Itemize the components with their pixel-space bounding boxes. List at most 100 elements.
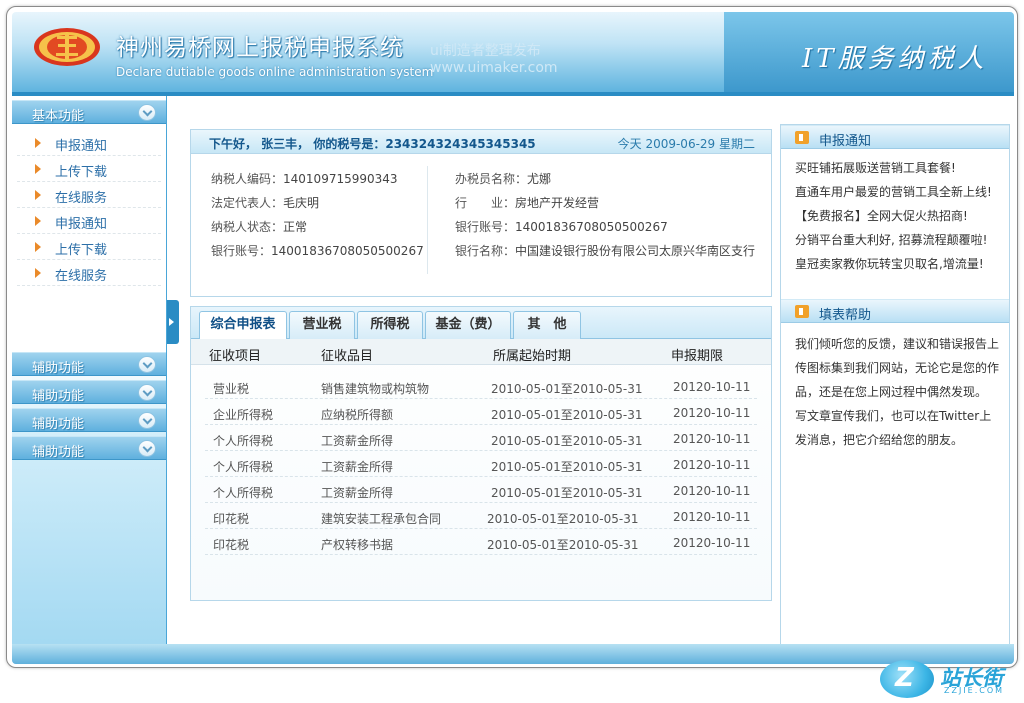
table-row[interactable]: 个人所得税 工资薪金所得 2010-05-01至2010-05-31 20120-10… xyxy=(205,451,757,477)
info-field: 行 业：房地产开发经营 xyxy=(455,194,755,218)
arrow-right-icon xyxy=(35,138,41,148)
current-date: 今天 2009-06-29 星期二 xyxy=(617,137,755,151)
news-link[interactable]: 直通车用户最爱的营销工具全新上线! xyxy=(795,183,1005,207)
sidebar-item-label[interactable]: 在线服务 xyxy=(55,265,107,284)
info-field: 法定代表人：毛庆明 xyxy=(211,194,424,218)
info-left-column: 纳税人编码：140109715990343 法定代表人：毛庆明 纳税人状态：正常… xyxy=(211,170,424,266)
cell-category: 工资薪金所得 xyxy=(321,486,394,500)
column-divider xyxy=(427,166,428,274)
field-label: 法定代表人： xyxy=(211,196,284,210)
sidebar-section-label: 辅助功能 xyxy=(32,389,85,404)
news-panel-header: 申报通知 xyxy=(781,125,1009,149)
sidebar-section-label: 辅助功能 xyxy=(32,417,85,432)
chevron-down-icon[interactable] xyxy=(138,356,156,373)
info-header: 下午好， 张三丰， 你的税号是：234324324345345345 今天 20… xyxy=(191,130,771,154)
sidebar-item-label[interactable]: 申报通知 xyxy=(55,213,107,232)
field-label: 银行账号： xyxy=(455,220,516,234)
sidebar-item-label[interactable]: 上传下载 xyxy=(55,161,107,180)
sidebar-section-aux[interactable]: 辅助功能 xyxy=(12,380,166,404)
table-row[interactable]: 个人所得税 工资薪金所得 2010-05-01至2010-05-31 20120-10… xyxy=(205,425,757,451)
sidebar-section-aux[interactable]: 辅助功能 xyxy=(12,352,166,376)
news-link[interactable]: 【免费报名】全网大促火热招商! xyxy=(795,207,1005,231)
sidebar-item-label[interactable]: 上传下载 xyxy=(55,239,107,258)
arrow-right-icon xyxy=(35,190,41,200)
sidebar-section-label: 辅助功能 xyxy=(32,445,85,460)
table-row[interactable]: 印花税 建筑安装工程承包合同 2010-05-01至2010-05-31 20120-… xyxy=(205,503,757,529)
header: 神州易桥网上报税申报系统 Declare dutiable goods onli… xyxy=(12,12,1014,92)
news-link[interactable]: 分销平台重大利好, 招募流程颠覆啦! xyxy=(795,231,1005,255)
tax-emblem-icon xyxy=(34,28,100,66)
help-paragraph: 我们倾听您的反馈，建议和错误报告上传图标集到我们网站，无论它是您的作品，还是在您… xyxy=(795,337,1000,399)
sidebar-item-upload-download[interactable]: 上传下载 xyxy=(17,234,161,260)
column-header: 所属起始时期 xyxy=(493,349,572,364)
cell-category: 销售建筑物或构筑物 xyxy=(321,382,430,396)
news-link[interactable]: 买旺铺拓展贩送营销工具套餐! xyxy=(795,159,1005,183)
table-row[interactable]: 企业所得税 应纳税所得额 2010-05-01至2010-05-31 20120-10… xyxy=(205,399,757,425)
sidebar-item-label[interactable]: 在线服务 xyxy=(55,187,107,206)
site-watermark: Z 站长街 ZZJIE.COM xyxy=(880,656,1020,700)
cell-category: 应纳税所得额 xyxy=(321,408,394,422)
cell-item: 个人所得税 xyxy=(213,486,274,500)
chevron-down-icon[interactable] xyxy=(138,384,156,401)
info-field: 银行账号：14001836708050500267 xyxy=(455,218,755,242)
cell-period: 2010-05-01至2010-05-31 xyxy=(491,408,643,422)
sidebar-section-aux[interactable]: 辅助功能 xyxy=(12,408,166,432)
info-field: 银行名称：中国建设银行股份有限公司太原兴华南区支行 xyxy=(455,242,755,266)
column-header: 征收项目 xyxy=(209,349,262,364)
cell-category: 产权转移书据 xyxy=(321,538,394,552)
sidebar-item-online-service[interactable]: 在线服务 xyxy=(17,260,161,286)
field-value: 房地产开发经营 xyxy=(515,196,600,210)
field-label: 办税员名称： xyxy=(455,172,528,186)
logo-glyph: Z xyxy=(895,663,914,693)
sidebar-item-declare-notice[interactable]: 申报通知 xyxy=(17,130,161,156)
watermark-url: www.uimaker.com xyxy=(430,60,558,76)
cell-deadline: 20120-10-11 xyxy=(673,510,751,524)
cell-category: 工资薪金所得 xyxy=(321,434,394,448)
sidebar-item-upload-download[interactable]: 上传下载 xyxy=(17,156,161,182)
app-subtitle: Declare dutiable goods online administra… xyxy=(116,65,434,79)
help-text: 我们倾听您的反馈，建议和错误报告上传图标集到我们网站，无论它是您的作品，还是在您… xyxy=(795,332,1001,452)
field-value: 毛庆明 xyxy=(283,196,320,210)
site-url: ZZJIE.COM xyxy=(944,686,1005,695)
arrow-right-icon xyxy=(35,268,41,278)
sidebar: 基本功能 申报通知 上传下载 在线服务 申报通知 上传下载 在线服务 辅助功能 … xyxy=(12,96,167,664)
news-list: 买旺铺拓展贩送营销工具套餐! 直通车用户最爱的营销工具全新上线! 【免费报名】全… xyxy=(795,159,1005,279)
field-label: 行 业： xyxy=(455,196,516,210)
table-row[interactable]: 印花税 产权转移书据 2010-05-01至2010-05-31 20120-10-1… xyxy=(205,529,757,555)
field-value: 尤娜 xyxy=(527,172,552,186)
cell-category: 工资薪金所得 xyxy=(321,460,394,474)
sidebar-section-aux[interactable]: 辅助功能 xyxy=(12,436,166,460)
field-value: 14001836708050500267 xyxy=(515,220,668,234)
tab-business-tax[interactable]: 营业税 xyxy=(289,311,355,339)
cell-item: 个人所得税 xyxy=(213,460,274,474)
table-row[interactable]: 营业税 销售建筑物或构筑物 2010-05-01至2010-05-31 20120-1… xyxy=(205,373,757,399)
tab-comprehensive[interactable]: 综合申报表 xyxy=(199,311,287,340)
cell-deadline: 20120-10-11 xyxy=(673,536,751,550)
cell-item: 个人所得税 xyxy=(213,434,274,448)
footer-bar xyxy=(12,644,1014,664)
chevron-down-icon[interactable] xyxy=(138,104,156,121)
news-link[interactable]: 皇冠卖家教你玩转宝贝取名,增流量! xyxy=(795,255,1005,279)
info-field: 办税员名称：尤娜 xyxy=(455,170,755,194)
info-field: 纳税人编码：140109715990343 xyxy=(211,170,424,194)
sidebar-item-online-service[interactable]: 在线服务 xyxy=(17,182,161,208)
sidebar-item-declare-notice[interactable]: 申报通知 xyxy=(17,208,161,234)
field-label: 银行账号： xyxy=(211,244,272,258)
cell-deadline: 20120-10-11 xyxy=(673,484,751,498)
cell-period: 2010-05-01至2010-05-31 xyxy=(487,538,639,552)
tab-other[interactable]: 其 他 xyxy=(513,311,581,339)
chevron-down-icon[interactable] xyxy=(138,440,156,457)
chevron-down-icon[interactable] xyxy=(138,412,156,429)
table-row[interactable]: 个人所得税 工资薪金所得 2010-05-01至2010-05-31 20120-10… xyxy=(205,477,757,503)
cell-item: 企业所得税 xyxy=(213,408,274,422)
field-label: 银行名称： xyxy=(455,244,516,258)
field-value: 14001836708050500267 xyxy=(271,244,424,258)
tab-income-tax[interactable]: 所得税 xyxy=(357,311,423,339)
help-paragraph: 写文章宣传我们，也可以在Twitter上发消息，把它介绍给您的朋友。 xyxy=(795,409,992,447)
cell-deadline: 20120-10-11 xyxy=(673,432,751,446)
tab-fund-fee[interactable]: 基金（费） xyxy=(425,311,511,339)
field-label: 纳税人状态： xyxy=(211,220,284,234)
sidebar-section-basic[interactable]: 基本功能 xyxy=(12,100,166,124)
sidebar-item-label[interactable]: 申报通知 xyxy=(55,135,107,154)
sidebar-section-label: 辅助功能 xyxy=(32,361,85,376)
